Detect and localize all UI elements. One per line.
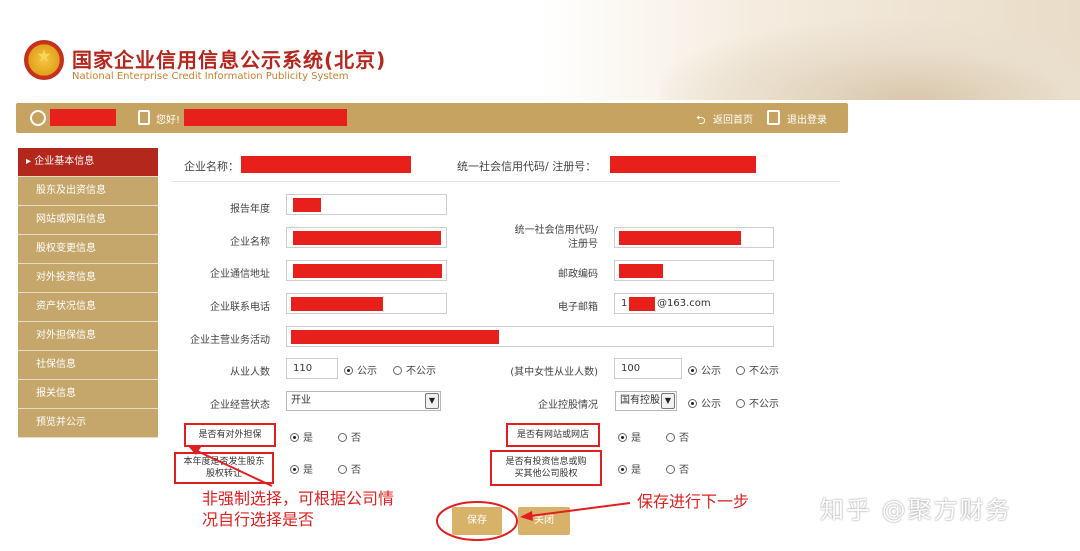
credit-code-field-label: 统一社会信用代码/注册号 <box>514 225 598 250</box>
business-scope-input[interactable] <box>286 326 774 347</box>
female-not-public-radio[interactable]: 不公示 <box>736 362 779 377</box>
holding-status-select[interactable]: 国有控股 ▼ <box>615 391 677 411</box>
annotation-optional-note: 非强制选择，可根据公司情 况自行选择是否 <box>202 489 395 529</box>
holding-not-public-radio[interactable]: 不公示 <box>736 395 779 410</box>
divider <box>172 181 840 182</box>
transfer-no-radio[interactable]: 否 <box>338 461 361 476</box>
sidebar-item-investment[interactable]: 对外投资信息 <box>18 264 158 293</box>
address-input[interactable] <box>286 260 447 281</box>
employees-input[interactable]: 110 <box>286 358 338 379</box>
report-year-input[interactable] <box>286 194 447 215</box>
clock-icon <box>30 110 46 126</box>
email-redaction <box>629 297 655 311</box>
website-yes-radio[interactable]: 是 <box>618 429 641 444</box>
phone-input[interactable] <box>286 293 447 314</box>
national-emblem-icon <box>24 40 64 80</box>
site-title: 国家企业信用信息公示系统(北京) <box>72 48 387 72</box>
phone-label: 企业联系电话 <box>210 302 270 313</box>
site-subtitle: National Enterprise Credit Information P… <box>72 71 349 82</box>
email-input[interactable]: 1 @163.com <box>614 293 774 314</box>
header-mountain-illustration <box>660 20 1080 100</box>
sidebar-item-guarantee[interactable]: 对外担保信息 <box>18 322 158 351</box>
sidebar-item-website[interactable]: 网站或网店信息 <box>18 206 158 235</box>
document-icon <box>138 110 150 125</box>
postal-code-input[interactable] <box>614 260 774 281</box>
employees-not-public-radio[interactable]: 不公示 <box>393 362 436 377</box>
back-arrow-icon: ⮌ <box>696 113 706 127</box>
female-public-radio[interactable]: 公示 <box>688 362 721 377</box>
sidebar-item-equity-change[interactable]: 股权变更信息 <box>18 235 158 264</box>
business-status-select[interactable]: 开业 ▼ <box>286 391 441 411</box>
postal-code-label: 邮政编码 <box>558 269 598 280</box>
back-home-link[interactable]: 返回首页 <box>713 111 753 126</box>
website-no-radio[interactable]: 否 <box>666 429 689 444</box>
chevron-down-icon: ▼ <box>661 393 675 409</box>
employees-public-radio[interactable]: 公示 <box>344 362 377 377</box>
employees-label: 从业人数 <box>230 367 270 378</box>
equity-transfer-label: 本年度是否发生股东 股权转让 <box>174 452 274 484</box>
close-button[interactable]: 关闭 <box>518 507 570 535</box>
save-button[interactable]: 保存 <box>452 507 502 535</box>
email-label: 电子邮箱 <box>558 302 598 313</box>
investment-label: 是否有投资信息或购 买其他公司股权 <box>490 450 602 486</box>
business-status-label: 企业经营状态 <box>210 400 270 411</box>
investment-no-radio[interactable]: 否 <box>666 461 689 476</box>
holding-public-radio[interactable]: 公示 <box>688 395 721 410</box>
redacted-company-name <box>184 109 347 126</box>
annotation-save-note: 保存进行下一步 <box>637 492 750 511</box>
email-value-prefix: 1 <box>621 298 628 309</box>
logout-icon <box>767 110 780 125</box>
redacted-date <box>50 109 116 126</box>
guarantee-yes-radio[interactable]: 是 <box>290 429 313 444</box>
external-guarantee-label: 是否有对外担保 <box>184 423 276 447</box>
chevron-down-icon: ▼ <box>425 393 439 409</box>
greeting-text: 您好! <box>156 115 181 126</box>
website-label: 是否有网站或网店 <box>506 423 600 447</box>
credit-code-label: 统一社会信用代码/ 注册号： <box>457 160 597 173</box>
sidebar-item-preview-publish[interactable]: 预览并公示 <box>18 409 158 438</box>
sidebar-item-basic-info[interactable]: ▸ 企业基本信息 <box>18 148 158 177</box>
sidebar-item-social-security[interactable]: 社保信息 <box>18 351 158 380</box>
holding-status-label: 企业控股情况 <box>538 400 598 411</box>
page: 国家企业信用信息公示系统(北京) National Enterprise Cre… <box>0 0 1080 551</box>
female-employees-label: (其中女性从业人数) <box>510 367 598 378</box>
business-scope-label: 企业主营业务活动 <box>190 335 270 346</box>
guarantee-no-radio[interactable]: 否 <box>338 429 361 444</box>
redacted-company-name-value <box>241 156 411 173</box>
report-year-label: 报告年度 <box>230 204 270 215</box>
company-name-field-label: 企业名称 <box>230 237 270 248</box>
address-label: 企业通信地址 <box>210 269 270 280</box>
email-value-suffix: @163.com <box>657 298 711 309</box>
sidebar-item-assets[interactable]: 资产状况信息 <box>18 293 158 322</box>
transfer-yes-radio[interactable]: 是 <box>290 461 313 476</box>
user-toolbar: 您好! ⮌ 返回首页 退出登录 <box>16 103 848 133</box>
credit-code-input[interactable] <box>614 227 774 248</box>
logout-link[interactable]: 退出登录 <box>787 111 827 126</box>
watermark: 知乎 @聚方财务 <box>820 496 1012 524</box>
sidebar-item-shareholders[interactable]: 股东及出资信息 <box>18 177 158 206</box>
company-name-input[interactable] <box>286 227 447 248</box>
sidebar-item-customs[interactable]: 报关信息 <box>18 380 158 409</box>
female-employees-input[interactable]: 100 <box>614 358 682 379</box>
investment-yes-radio[interactable]: 是 <box>618 461 641 476</box>
site-header: 国家企业信用信息公示系统(北京) National Enterprise Cre… <box>0 0 1080 100</box>
sidebar-nav: ▸ 企业基本信息 股东及出资信息 网站或网店信息 股权变更信息 对外投资信息 资… <box>18 148 158 438</box>
company-name-label: 企业名称： <box>184 160 239 173</box>
redacted-credit-code-value <box>610 156 756 173</box>
